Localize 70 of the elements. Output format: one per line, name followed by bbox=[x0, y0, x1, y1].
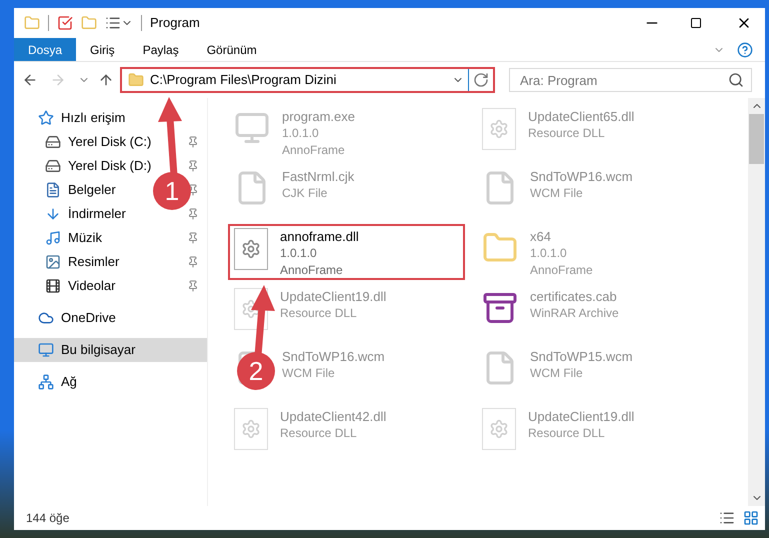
gear-file-icon bbox=[234, 408, 268, 450]
file-detail: AnnoFrame bbox=[280, 262, 344, 279]
network-icon bbox=[38, 374, 54, 390]
pin-icon[interactable] bbox=[187, 184, 199, 196]
file-item[interactable]: annoframe.dll 1.0.1.0 AnnoFrame bbox=[228, 224, 465, 280]
scroll-thumb[interactable] bbox=[749, 114, 764, 164]
file-detail: WCM File bbox=[530, 185, 584, 202]
details-view-icon[interactable] bbox=[719, 510, 735, 526]
music-note-icon bbox=[45, 230, 61, 246]
search-icon[interactable] bbox=[728, 72, 744, 88]
pin-icon[interactable] bbox=[187, 232, 199, 244]
file-detail: WinRAR Archive bbox=[530, 305, 619, 322]
file-detail: Resource DLL bbox=[280, 305, 358, 322]
back-icon[interactable] bbox=[22, 72, 38, 88]
file-name[interactable]: annoframe.dll bbox=[280, 228, 359, 245]
folder-icon bbox=[128, 72, 144, 88]
picture-icon bbox=[45, 254, 61, 270]
sidebar-item[interactable]: Bu bilgisayar bbox=[14, 338, 207, 362]
ribbon-tab[interactable]: Giriş bbox=[76, 38, 129, 61]
file-detail: AnnoFrame bbox=[530, 262, 593, 279]
file-detail: 1.0.1.0 bbox=[530, 245, 568, 262]
pin-icon[interactable] bbox=[187, 160, 199, 172]
pin-icon[interactable] bbox=[187, 256, 199, 268]
gear-file-icon bbox=[234, 228, 268, 270]
document-icon bbox=[45, 182, 61, 198]
sidebar-item[interactable]: İndirmeler bbox=[68, 204, 126, 224]
properties-icon[interactable] bbox=[57, 15, 73, 31]
file-detail: Resource DLL bbox=[528, 125, 606, 142]
ribbon-tab[interactable]: Dosya bbox=[14, 38, 76, 61]
sidebar-item[interactable]: Ağ bbox=[14, 370, 207, 394]
file-detail: CJK File bbox=[282, 185, 328, 202]
search-field[interactable]: Ara: Program bbox=[509, 68, 752, 92]
sidebar-item[interactable]: Yerel Disk (C:) bbox=[68, 132, 152, 152]
ribbon-tab[interactable]: Görünüm bbox=[192, 38, 271, 61]
up-icon[interactable] bbox=[98, 72, 114, 88]
sidebar-item[interactable]: Yerel Disk (D:) bbox=[68, 156, 152, 176]
gear-file-icon bbox=[482, 408, 516, 450]
large-icons-view-icon[interactable] bbox=[743, 510, 759, 526]
file-detail: WCM File bbox=[282, 365, 336, 382]
pin-icon[interactable] bbox=[187, 280, 199, 292]
file-detail: WCM File bbox=[530, 365, 584, 382]
pin-icon[interactable] bbox=[187, 208, 199, 220]
item-count: 144 öğe bbox=[26, 510, 70, 527]
sidebar-item[interactable]: Resimler bbox=[68, 252, 120, 272]
sidebar-item[interactable]: OneDrive bbox=[14, 306, 207, 330]
drive-icon bbox=[45, 158, 61, 174]
help-icon[interactable] bbox=[737, 42, 753, 58]
gear-file-icon bbox=[482, 108, 516, 150]
maximize-icon[interactable] bbox=[690, 17, 702, 29]
window-title: Program bbox=[150, 14, 200, 32]
sidebar-item[interactable]: Hızlı erişim bbox=[14, 106, 207, 130]
film-icon bbox=[45, 278, 61, 294]
file-detail: AnnoFrame bbox=[282, 142, 346, 159]
star-icon bbox=[38, 110, 54, 126]
scrollbar[interactable] bbox=[748, 98, 765, 506]
pin-icon[interactable] bbox=[187, 136, 199, 148]
sidebar-item[interactable]: Müzik bbox=[68, 228, 102, 248]
address-bar[interactable]: C:\Program Files\Program Dizini bbox=[120, 67, 495, 93]
view-icon[interactable] bbox=[105, 15, 121, 31]
file-detail: 1.0.1.0 bbox=[282, 125, 320, 142]
ribbon-tab[interactable]: Paylaş bbox=[128, 38, 193, 61]
file-detail: Resource DLL bbox=[528, 425, 606, 442]
sidebar-item[interactable]: Belgeler bbox=[68, 180, 116, 200]
drive-icon bbox=[45, 134, 61, 150]
sidebar-item[interactable]: Videolar bbox=[68, 276, 116, 296]
file-detail: Resource DLL bbox=[280, 425, 358, 442]
refresh-icon[interactable] bbox=[473, 72, 489, 88]
file-detail: 1.0.1.0 bbox=[280, 245, 318, 262]
cloud-icon bbox=[38, 310, 54, 326]
monitor-icon bbox=[38, 342, 54, 358]
